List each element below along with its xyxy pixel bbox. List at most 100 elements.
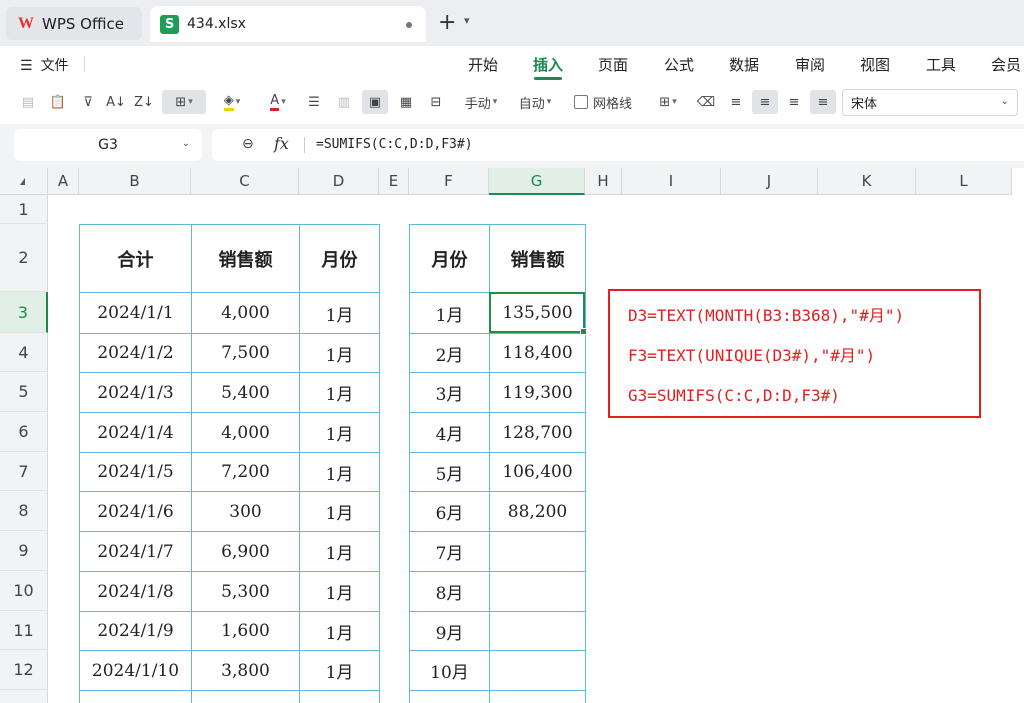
table1-cell[interactable]: 1月	[299, 412, 380, 453]
table1-cell[interactable]: 2024/1/6	[79, 491, 192, 532]
row-header-12[interactable]: 12	[0, 650, 48, 690]
table1-cell[interactable]: 1月	[299, 372, 380, 413]
table1-cell[interactable]	[79, 690, 192, 703]
table2-cell[interactable]	[489, 611, 586, 651]
formula-input[interactable]: ⊖ fx =SUMIFS(C:C,D:D,F3#)	[212, 129, 1024, 161]
table2-cell[interactable]: 3月	[409, 372, 490, 413]
table1-cell[interactable]: 1月	[299, 531, 380, 572]
table1-header-cell[interactable]: 销售额	[191, 224, 300, 293]
table2-cell[interactable]: 7月	[409, 531, 490, 572]
file-menu-button[interactable]: ☰ 文件	[20, 55, 69, 75]
row-header-4[interactable]: 4	[0, 333, 48, 372]
menu-tools[interactable]: 工具	[926, 54, 956, 75]
row-header-7[interactable]: 7	[0, 452, 48, 491]
column-header-b[interactable]: B	[79, 168, 191, 195]
align-right-icon[interactable]: ≡	[782, 90, 806, 114]
new-tab-plus-icon[interactable]: +	[438, 10, 456, 35]
column-header-j[interactable]: J	[721, 168, 818, 195]
unsaved-dot-icon[interactable]	[406, 22, 412, 28]
name-box[interactable]: G3 ⌄	[14, 129, 202, 161]
column-header-f[interactable]: F	[409, 168, 489, 195]
table2-cell[interactable]: 8月	[409, 571, 490, 612]
align-left-icon[interactable]: ≡	[724, 90, 748, 114]
manual-calc-button[interactable]: 手动 ▾	[454, 90, 508, 114]
align-center-icon[interactable]: ≡	[752, 90, 778, 114]
table1-cell[interactable]: 4,000	[191, 292, 300, 334]
row-header-8[interactable]: 8	[0, 491, 48, 531]
row-height-icon[interactable]: ⊟	[424, 90, 448, 114]
convert-number-icon[interactable]: ▤	[16, 90, 40, 114]
table1-cell[interactable]: 2024/1/9	[79, 611, 192, 651]
sort-ascending-icon[interactable]: A↓	[104, 90, 128, 114]
menu-view[interactable]: 视图	[860, 54, 890, 75]
table2-cell[interactable]	[409, 690, 490, 703]
row-header-13[interactable]: 13	[0, 690, 48, 703]
table1-cell[interactable]: 2024/1/10	[79, 650, 192, 691]
row-header-3[interactable]: 3	[0, 292, 48, 333]
table2-cell[interactable]: 128,700	[489, 412, 586, 453]
menu-formula[interactable]: 公式	[664, 54, 694, 75]
column-header-d[interactable]: D	[299, 168, 379, 195]
column-header-g[interactable]: G	[489, 168, 585, 195]
table1-cell[interactable]: 1月	[299, 333, 380, 373]
gridlines-toggle[interactable]: 网格线	[568, 90, 638, 114]
table1-cell[interactable]: 6,900	[191, 531, 300, 572]
paste-icon[interactable]: 📋	[46, 90, 70, 114]
fill-color-button[interactable]: ◈ ▾	[212, 90, 252, 114]
column-header-i[interactable]: I	[622, 168, 721, 195]
table1-cell[interactable]: 4,000	[191, 412, 300, 453]
merge-icon[interactable]: ▥	[332, 90, 356, 114]
menu-data[interactable]: 数据	[729, 54, 759, 75]
table2-cell[interactable]: 6月	[409, 491, 490, 532]
table1-cell[interactable]: 1月	[299, 452, 380, 492]
table2-cell[interactable]: 1月	[409, 292, 490, 334]
sort-descending-icon[interactable]: Z↓	[132, 90, 156, 114]
column-header-a[interactable]: A	[48, 168, 79, 195]
clear-format-icon[interactable]: ⌫	[694, 90, 718, 114]
freeze-panes-icon[interactable]: ▣	[362, 90, 388, 114]
tab-wps-office[interactable]: W WPS Office	[6, 7, 142, 40]
column-header-e[interactable]: E	[379, 168, 409, 195]
table1-cell[interactable]: 1月	[299, 611, 380, 651]
table1-cell[interactable]: 2024/1/1	[79, 292, 192, 334]
align-justify-icon[interactable]: ≡	[810, 90, 836, 114]
fx-icon[interactable]: fx	[274, 134, 289, 153]
auto-calc-button[interactable]: 自动 ▾	[510, 90, 560, 114]
table2-cell[interactable]	[489, 571, 586, 612]
row-header-1[interactable]: 1	[0, 195, 48, 224]
menu-insert[interactable]: 插入	[533, 54, 563, 75]
column-width-icon[interactable]: ▦	[394, 90, 418, 114]
table1-cell[interactable]: 1,600	[191, 611, 300, 651]
table1-cell[interactable]: 2024/1/5	[79, 452, 192, 492]
table-style-button[interactable]: ⊞ ▾	[648, 90, 688, 114]
menu-review[interactable]: 审阅	[795, 54, 825, 75]
table2-cell[interactable]: 9月	[409, 611, 490, 651]
table1-cell[interactable]: 5,400	[191, 372, 300, 413]
table2-header-cell[interactable]: 月份	[409, 224, 490, 293]
table2-header-cell[interactable]: 销售额	[489, 224, 586, 293]
row-header-11[interactable]: 11	[0, 611, 48, 650]
table2-cell[interactable]	[489, 531, 586, 572]
table1-cell[interactable]: 3,800	[191, 650, 300, 691]
table1-cell[interactable]: 2024/1/4	[79, 412, 192, 453]
menu-home[interactable]: 开始	[468, 54, 498, 75]
menu-member[interactable]: 会员	[991, 54, 1021, 75]
table1-cell[interactable]: 2024/1/8	[79, 571, 192, 612]
table1-cell[interactable]: 7,200	[191, 452, 300, 492]
tab-file[interactable]: S 434.xlsx	[150, 6, 426, 42]
table2-cell[interactable]: 135,500	[489, 292, 586, 334]
table2-cell[interactable]: 118,400	[489, 333, 586, 373]
table1-cell[interactable]: 1月	[299, 292, 380, 334]
table1-cell[interactable]: 1月	[299, 650, 380, 691]
tab-list-chevron-icon[interactable]: ▾	[464, 14, 470, 27]
column-header-l[interactable]: L	[916, 168, 1012, 195]
column-header-c[interactable]: C	[191, 168, 299, 195]
row-header-5[interactable]: 5	[0, 372, 48, 412]
table1-cell[interactable]	[299, 690, 380, 703]
table1-cell[interactable]: 2024/1/7	[79, 531, 192, 572]
table1-cell[interactable]	[191, 690, 300, 703]
select-all-corner[interactable]	[0, 168, 48, 195]
row-header-10[interactable]: 10	[0, 571, 48, 611]
font-family-select[interactable]: 宋体 ⌄	[842, 89, 1018, 116]
borders-button[interactable]: ⊞ ▾	[162, 90, 206, 114]
